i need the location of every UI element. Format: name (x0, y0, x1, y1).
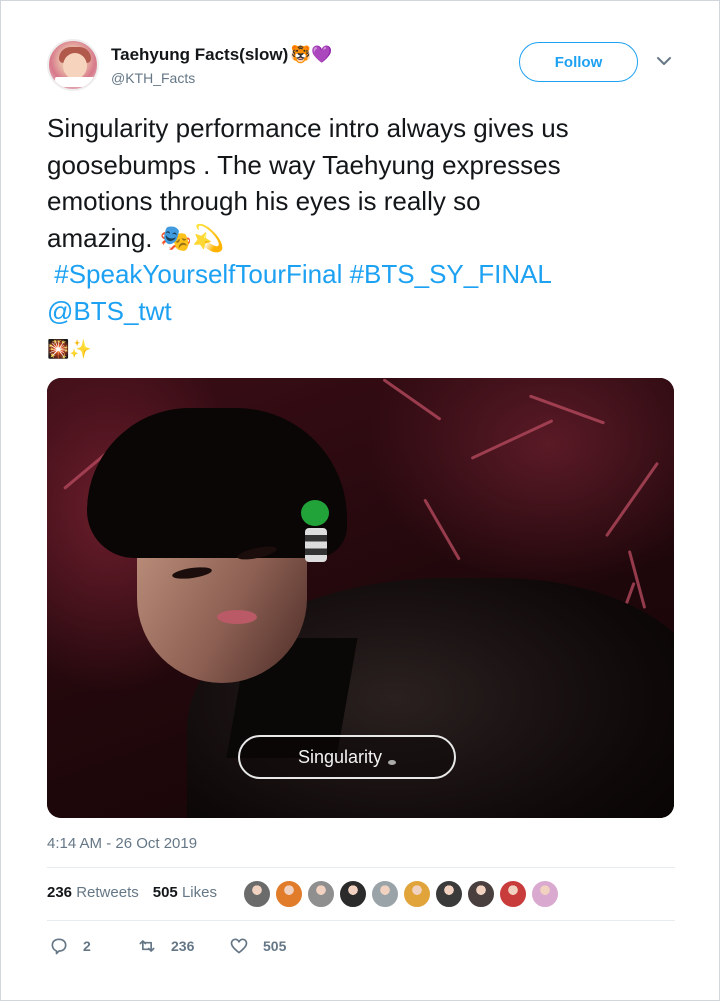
tweet-card: Taehyung Facts(slow) 🐯💜 @KTH_Facts Follow… (0, 0, 720, 1001)
liker-avatar[interactable] (275, 880, 303, 908)
hashtag-link[interactable]: #BTS_SY_FINAL (350, 259, 552, 289)
media-video[interactable]: Singularity (47, 378, 674, 818)
like-count: 505 (263, 938, 287, 954)
reply-count: 2 (83, 938, 91, 954)
sparkle-emoji: 🎇✨ (47, 338, 92, 359)
retweets-stat[interactable]: 236 Retweets (47, 884, 139, 901)
avatar[interactable] (47, 39, 99, 91)
liker-avatar[interactable] (243, 880, 271, 908)
divider (47, 867, 675, 868)
tweet-line-3: emotions through his eyes is really so (47, 186, 481, 216)
liker-avatar[interactable] (499, 880, 527, 908)
chevron-down-icon[interactable] (656, 55, 672, 67)
liker-avatar[interactable] (531, 880, 559, 908)
liker-avatar[interactable] (371, 880, 399, 908)
name-emoji: 🐯💜 (290, 45, 333, 64)
tweet-line-5: #SpeakYourselfTourFinal #BTS_SY_FINAL (47, 256, 687, 293)
likers-avatars (243, 880, 563, 908)
tweet-emoji: 🎭💫 (159, 222, 225, 253)
liker-avatar[interactable] (435, 880, 463, 908)
timestamp[interactable]: 4:14 AM - 26 Oct 2019 (47, 835, 197, 852)
tweet-text: Singularity performance intro always giv… (47, 110, 687, 367)
retweet-icon (139, 940, 155, 952)
retweet-action[interactable]: 236 (137, 936, 194, 956)
heart-icon (230, 938, 248, 954)
tweet-line-7: 🎇✨ (47, 329, 687, 367)
retweets-count: 236 (47, 884, 73, 901)
divider (47, 920, 675, 921)
display-name-text: Taehyung Facts(slow) (111, 45, 289, 64)
retweet-count: 236 (171, 938, 195, 954)
tweet-line-4: amazing. 🎭💫 (47, 220, 687, 257)
tweet-line-2: goosebumps . The way Taehyung expresses (47, 149, 561, 180)
liker-avatar[interactable] (403, 880, 431, 908)
likes-label: Likes (181, 884, 217, 901)
mention-link[interactable]: @BTS_twt (47, 296, 172, 326)
media-caption-text: Singularity (297, 746, 383, 767)
user-handle[interactable]: @KTH_Facts (111, 70, 195, 86)
likes-count: 505 (152, 884, 178, 901)
engagement-stats: 236 Retweets 505 Likes (47, 884, 217, 901)
reply-action[interactable]: 2 (49, 936, 91, 956)
action-bar: 2 236 505 (49, 936, 369, 960)
tweet-line-4-text: amazing. (47, 222, 153, 253)
media-caption: Singularity (238, 735, 456, 779)
tweet-header: Taehyung Facts(slow) 🐯💜 @KTH_Facts Follow (47, 39, 687, 91)
earring (305, 528, 327, 562)
reply-icon (51, 938, 67, 955)
liker-avatar[interactable] (339, 880, 367, 908)
tweet-line-1: Singularity performance intro always giv… (47, 113, 569, 143)
likes-stat[interactable]: 505 Likes (153, 884, 217, 901)
like-action[interactable]: 505 (229, 936, 286, 956)
liker-avatar[interactable] (467, 880, 495, 908)
retweets-label: Retweets (76, 884, 139, 901)
tweet-line-6: @BTS_twt (47, 293, 687, 330)
hashtag-link[interactable]: #SpeakYourselfTourFinal (54, 259, 342, 289)
follow-button[interactable]: Follow (519, 42, 638, 82)
liker-avatar[interactable] (307, 880, 335, 908)
display-name[interactable]: Taehyung Facts(slow) 🐯💜 (111, 45, 333, 65)
